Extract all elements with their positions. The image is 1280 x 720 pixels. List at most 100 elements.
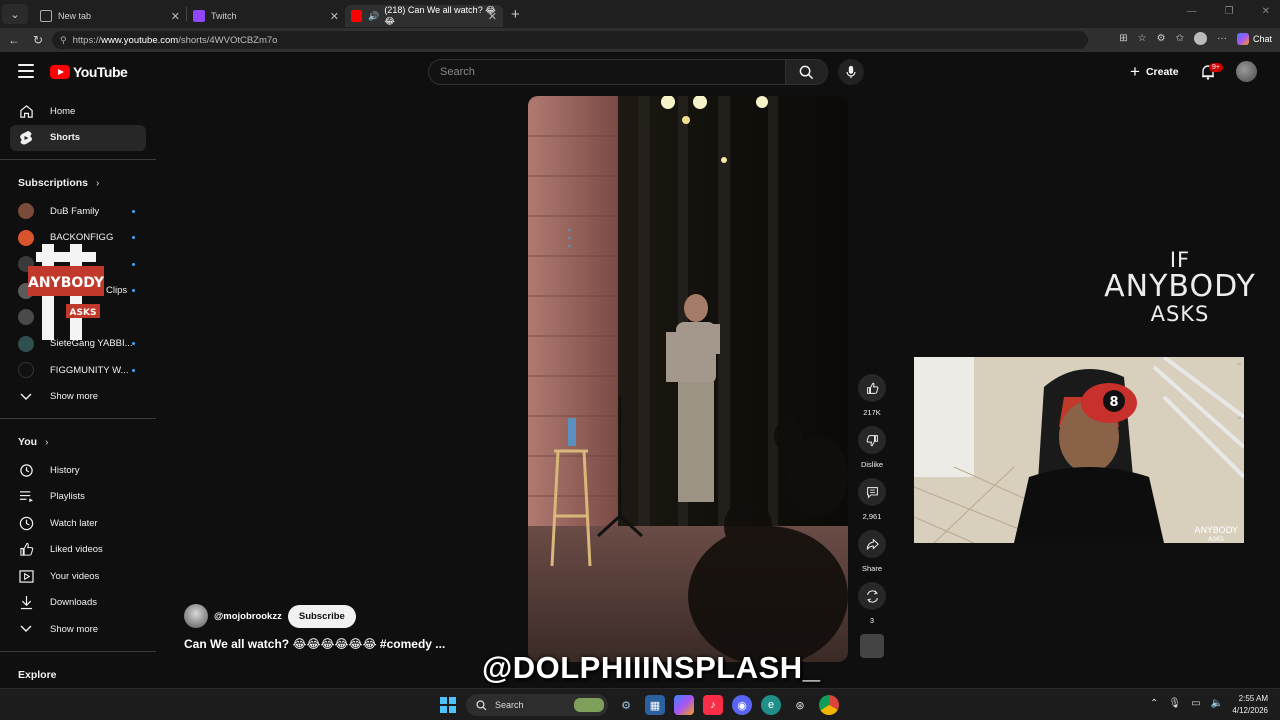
sidebar-item-downloads[interactable]: Downloads [0,590,156,617]
favorites-icon[interactable]: ✩ [1176,33,1184,44]
subscribe-button[interactable]: Subscribe [287,604,356,628]
sidebar: Home Shorts Subscriptions › DuB Family B… [0,92,156,686]
sidebar-item-home[interactable]: Home [0,98,156,125]
sidebar-item-label: Playlists [50,491,85,503]
plus-icon: + [1130,62,1140,81]
heading-label: Subscriptions [18,177,89,189]
sidebar-item-label: Downloads [50,597,97,609]
watch-later-icon [18,515,34,531]
sidebar-item-your-videos[interactable]: Your videos [0,563,156,590]
steam-app-icon[interactable]: ⊛ [790,695,810,715]
speaker-icon[interactable]: 🔊 [368,11,379,22]
sidebar-item-label: Shorts [50,132,81,144]
sidebar-item-subscription[interactable]: DuB Family [0,198,156,225]
share-icon [858,530,886,558]
voice-search-button[interactable] [838,59,864,85]
taskbar-search[interactable]: Search [466,694,608,716]
sound-thumbnail[interactable] [860,634,884,658]
sidebar-item-watch-later[interactable]: Watch later [0,510,156,537]
chrome-app-icon[interactable] [819,695,839,715]
share-button[interactable]: Share [858,530,886,574]
tray-overflow-icon[interactable]: ⌃ [1150,698,1158,709]
network-icon[interactable]: ▭ [1191,698,1200,709]
comments-button[interactable]: 2,961 [858,478,886,522]
tab-title: (218) Can We all watch? 😂😂 [384,5,496,26]
account-avatar[interactable] [1236,61,1257,82]
volume-icon[interactable]: 🔈 [1211,698,1223,709]
system-tray: ⌃ 🎙 ▭ 🔈 [1150,698,1223,709]
more-options-icon[interactable]: ··· [1217,33,1227,44]
new-tab-button[interactable]: + [511,6,520,23]
channel-name: FIGGMUNITY W... [50,364,129,376]
chevron-down-icon [18,621,34,637]
microphone-tray-icon[interactable]: 🎙 [1168,698,1181,709]
clock-date: 4/12/2026 [1232,706,1268,715]
tab-title: New tab [58,11,92,21]
remix-button[interactable]: 3 [858,582,886,626]
home-icon [18,103,34,119]
settings-app-icon[interactable]: ⚙ [616,695,636,715]
copilot-chat-button[interactable]: Chat [1236,32,1272,45]
reload-icon[interactable]: ↻ [28,33,48,47]
maximize-icon[interactable]: ❐ [1225,6,1234,17]
new-content-dot [132,209,135,213]
you-heading[interactable]: You › [0,427,156,457]
new-content-dot [132,368,135,372]
search-input[interactable]: Search [428,59,786,85]
short-title[interactable]: Can We all watch? 😂😂😂😂😂😂 #comedy ... [184,637,445,651]
profile-avatar-icon[interactable] [1193,32,1207,45]
shorts-video-player[interactable]: … [528,96,848,662]
tab-actions-menu-button[interactable]: ⌄ [2,4,28,24]
tab-new-tab[interactable]: New tab ✕ [34,5,186,27]
next-short-icon[interactable]: ⌄ [1235,411,1243,422]
close-window-icon[interactable]: ✕ [1262,6,1270,17]
sidebar-item-playlists[interactable]: Playlists [0,484,156,511]
menu-icon[interactable] [18,64,34,78]
taskbar-clock[interactable]: 2:55 AM 4/12/2026 [1226,693,1268,717]
sidebar-item-shorts[interactable]: Shorts [10,124,146,151]
sidebar-item-subscription[interactable]: FIGGMUNITY W... [0,357,156,384]
create-button[interactable]: + Create [1130,63,1179,80]
discord-app-icon[interactable]: ◉ [732,695,752,715]
channel-avatar[interactable] [184,604,208,628]
app-available-icon[interactable]: ⊞ [1119,33,1127,44]
taskbar-search-label: Search [495,700,524,710]
store-app-icon[interactable]: ▦ [645,695,665,715]
share-label: Share [861,564,882,573]
search-button[interactable] [786,59,828,85]
previous-short-icon[interactable]: ⌃ [1235,362,1243,373]
sidebar-divider [0,159,156,160]
close-icon[interactable]: ✕ [330,10,339,23]
webcam-logo-anybody: ANYBODY [1194,526,1238,536]
site-info-icon[interactable]: ⚲ [60,35,67,46]
close-icon[interactable]: ✕ [171,10,180,23]
subscriptions-show-more[interactable]: Show more [0,384,156,411]
back-icon[interactable]: ← [4,33,24,47]
heading-label: You [18,436,38,448]
subscriptions-heading[interactable]: Subscriptions › [0,168,156,198]
close-icon[interactable]: ✕ [488,10,497,23]
tab-twitch[interactable]: Twitch ✕ [187,5,345,27]
dislike-icon [858,426,886,454]
sidebar-item-label: Home [50,105,76,117]
edge-app-icon[interactable]: e [761,695,781,715]
your-videos-icon [18,568,34,584]
sidebar-item-history[interactable]: History [0,457,156,484]
youtube-logo[interactable]: YouTube [50,64,128,80]
favorite-star-icon[interactable]: ☆ [1138,33,1147,44]
url-field[interactable]: ⚲ https://www.youtube.com/shorts/4WVOtCB… [52,31,1088,49]
windows-start-icon[interactable] [440,697,456,713]
dislike-button[interactable]: Dislike [858,426,886,470]
channel-handle[interactable]: @mojobrookzz [214,611,282,622]
search-highlight-image [574,698,604,712]
music-app-icon[interactable]: ♪ [703,695,723,715]
extensions-icon[interactable]: ⚙ [1157,33,1166,44]
sidebar-item-liked-videos[interactable]: Liked videos [0,537,156,564]
copilot-app-icon[interactable] [674,695,694,715]
like-button[interactable]: 217K [858,374,886,418]
webcam-logo-asks: ASKS [1208,536,1224,543]
minimize-icon[interactable]: — [1187,6,1197,17]
tab-youtube-active[interactable]: 🔊 (218) Can We all watch? 😂😂 ✕ [345,5,503,27]
you-show-more[interactable]: Show more [0,616,156,643]
browser-tab-bar: ⌄ New tab ✕ Twitch ✕ 🔊 (218) Can We all … [0,0,1280,28]
